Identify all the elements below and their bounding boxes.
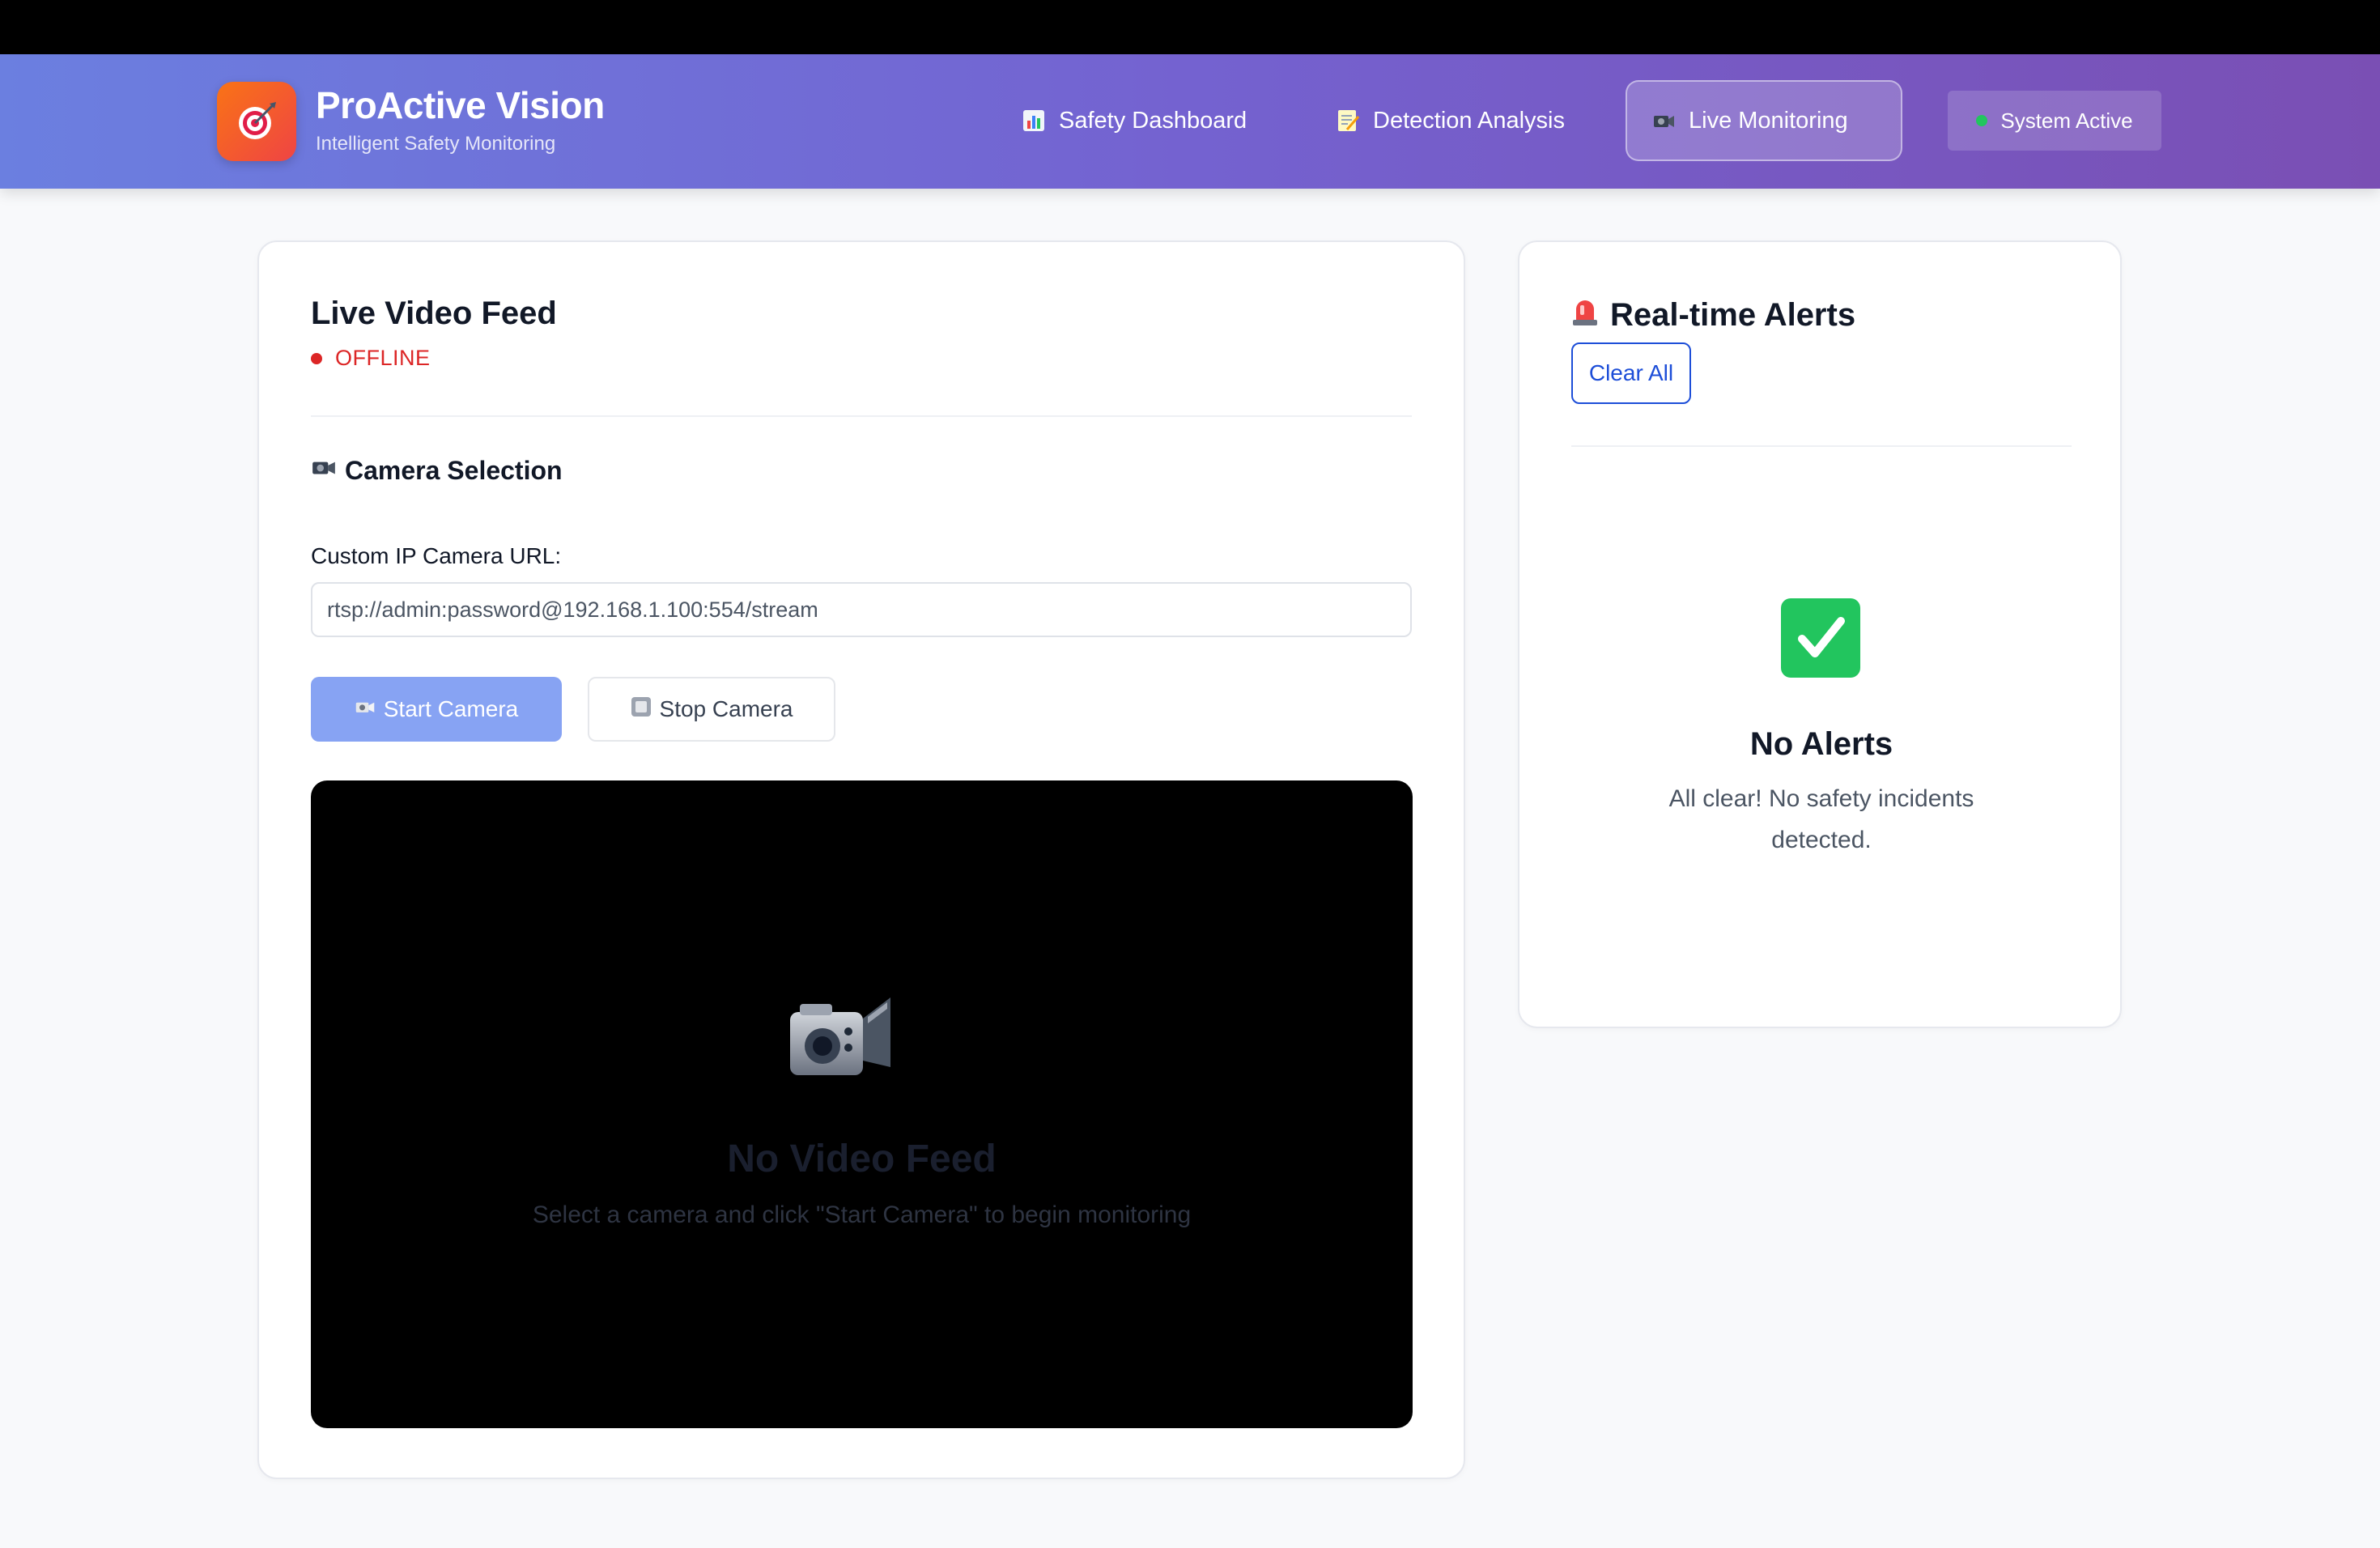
status-dot-icon: [1976, 115, 1988, 126]
nav-safety-dashboard[interactable]: Safety Dashboard: [997, 80, 1271, 161]
siren-icon: [1571, 296, 1599, 334]
feed-status: OFFLINE: [311, 346, 431, 371]
video-display: No Video Feed Select a camera and click …: [311, 780, 1413, 1428]
live-video-feed-card: Live Video Feed OFFLINE Camera Selection…: [257, 240, 1465, 1479]
check-mark-icon: [1781, 598, 1860, 678]
app-header: ProActive Vision Intelligent Safety Moni…: [0, 54, 2380, 189]
start-camera-button[interactable]: Start Camera: [311, 677, 562, 742]
feed-title: Live Video Feed: [311, 296, 557, 331]
start-camera-label: Start Camera: [383, 696, 519, 721]
nav-label: Safety Dashboard: [1059, 107, 1247, 134]
app-title: ProActive Vision: [316, 84, 605, 126]
alerts-heading: Real-time Alerts: [1571, 296, 1855, 334]
no-feed-title: No Video Feed: [727, 1138, 997, 1180]
app-tagline: Intelligent Safety Monitoring: [316, 133, 556, 155]
no-feed-hint: Select a camera and click "Start Camera"…: [532, 1201, 1192, 1228]
stop-camera-label: Stop Camera: [659, 696, 793, 721]
clear-all-button[interactable]: Clear All: [1571, 342, 1691, 404]
no-alerts-message: All clear! No safety incidents detected.: [1668, 785, 1974, 853]
no-alerts-title: No Alerts: [1749, 726, 1893, 762]
realtime-alerts-card: Real-time Alerts Clear All No Alerts All…: [1518, 240, 2122, 1028]
stop-square-icon: [631, 696, 652, 723]
camera-url-input[interactable]: [311, 582, 1412, 637]
feed-status-label: OFFLINE: [335, 346, 431, 370]
memo-icon: [1336, 108, 1360, 133]
camera-url-label: Custom IP Camera URL:: [311, 543, 562, 568]
camera-selection-label: Camera Selection: [345, 455, 563, 485]
video-camera-icon: [784, 980, 897, 1085]
video-camera-icon: [1651, 108, 1676, 133]
camera-selection-heading: Camera Selection: [311, 454, 563, 487]
window-top-bar: [0, 0, 2380, 54]
offline-dot-icon: [311, 352, 322, 364]
alerts-title: Real-time Alerts: [1610, 296, 1856, 333]
stop-camera-button[interactable]: Stop Camera: [588, 677, 835, 742]
nav-label: Detection Analysis: [1373, 107, 1565, 134]
nav-label: Live Monitoring: [1689, 107, 1848, 134]
system-status-badge: System Active: [1948, 91, 2161, 151]
divider: [311, 415, 1412, 417]
nav-detection-analysis[interactable]: Detection Analysis: [1311, 80, 1589, 161]
divider: [1571, 445, 2072, 447]
nav-live-monitoring[interactable]: Live Monitoring: [1626, 80, 1902, 161]
bar-chart-icon: [1022, 108, 1046, 133]
video-camera-icon: [311, 454, 337, 487]
video-camera-icon: [355, 696, 376, 723]
system-status-label: System Active: [2000, 108, 2133, 133]
target-icon[interactable]: [217, 82, 296, 161]
